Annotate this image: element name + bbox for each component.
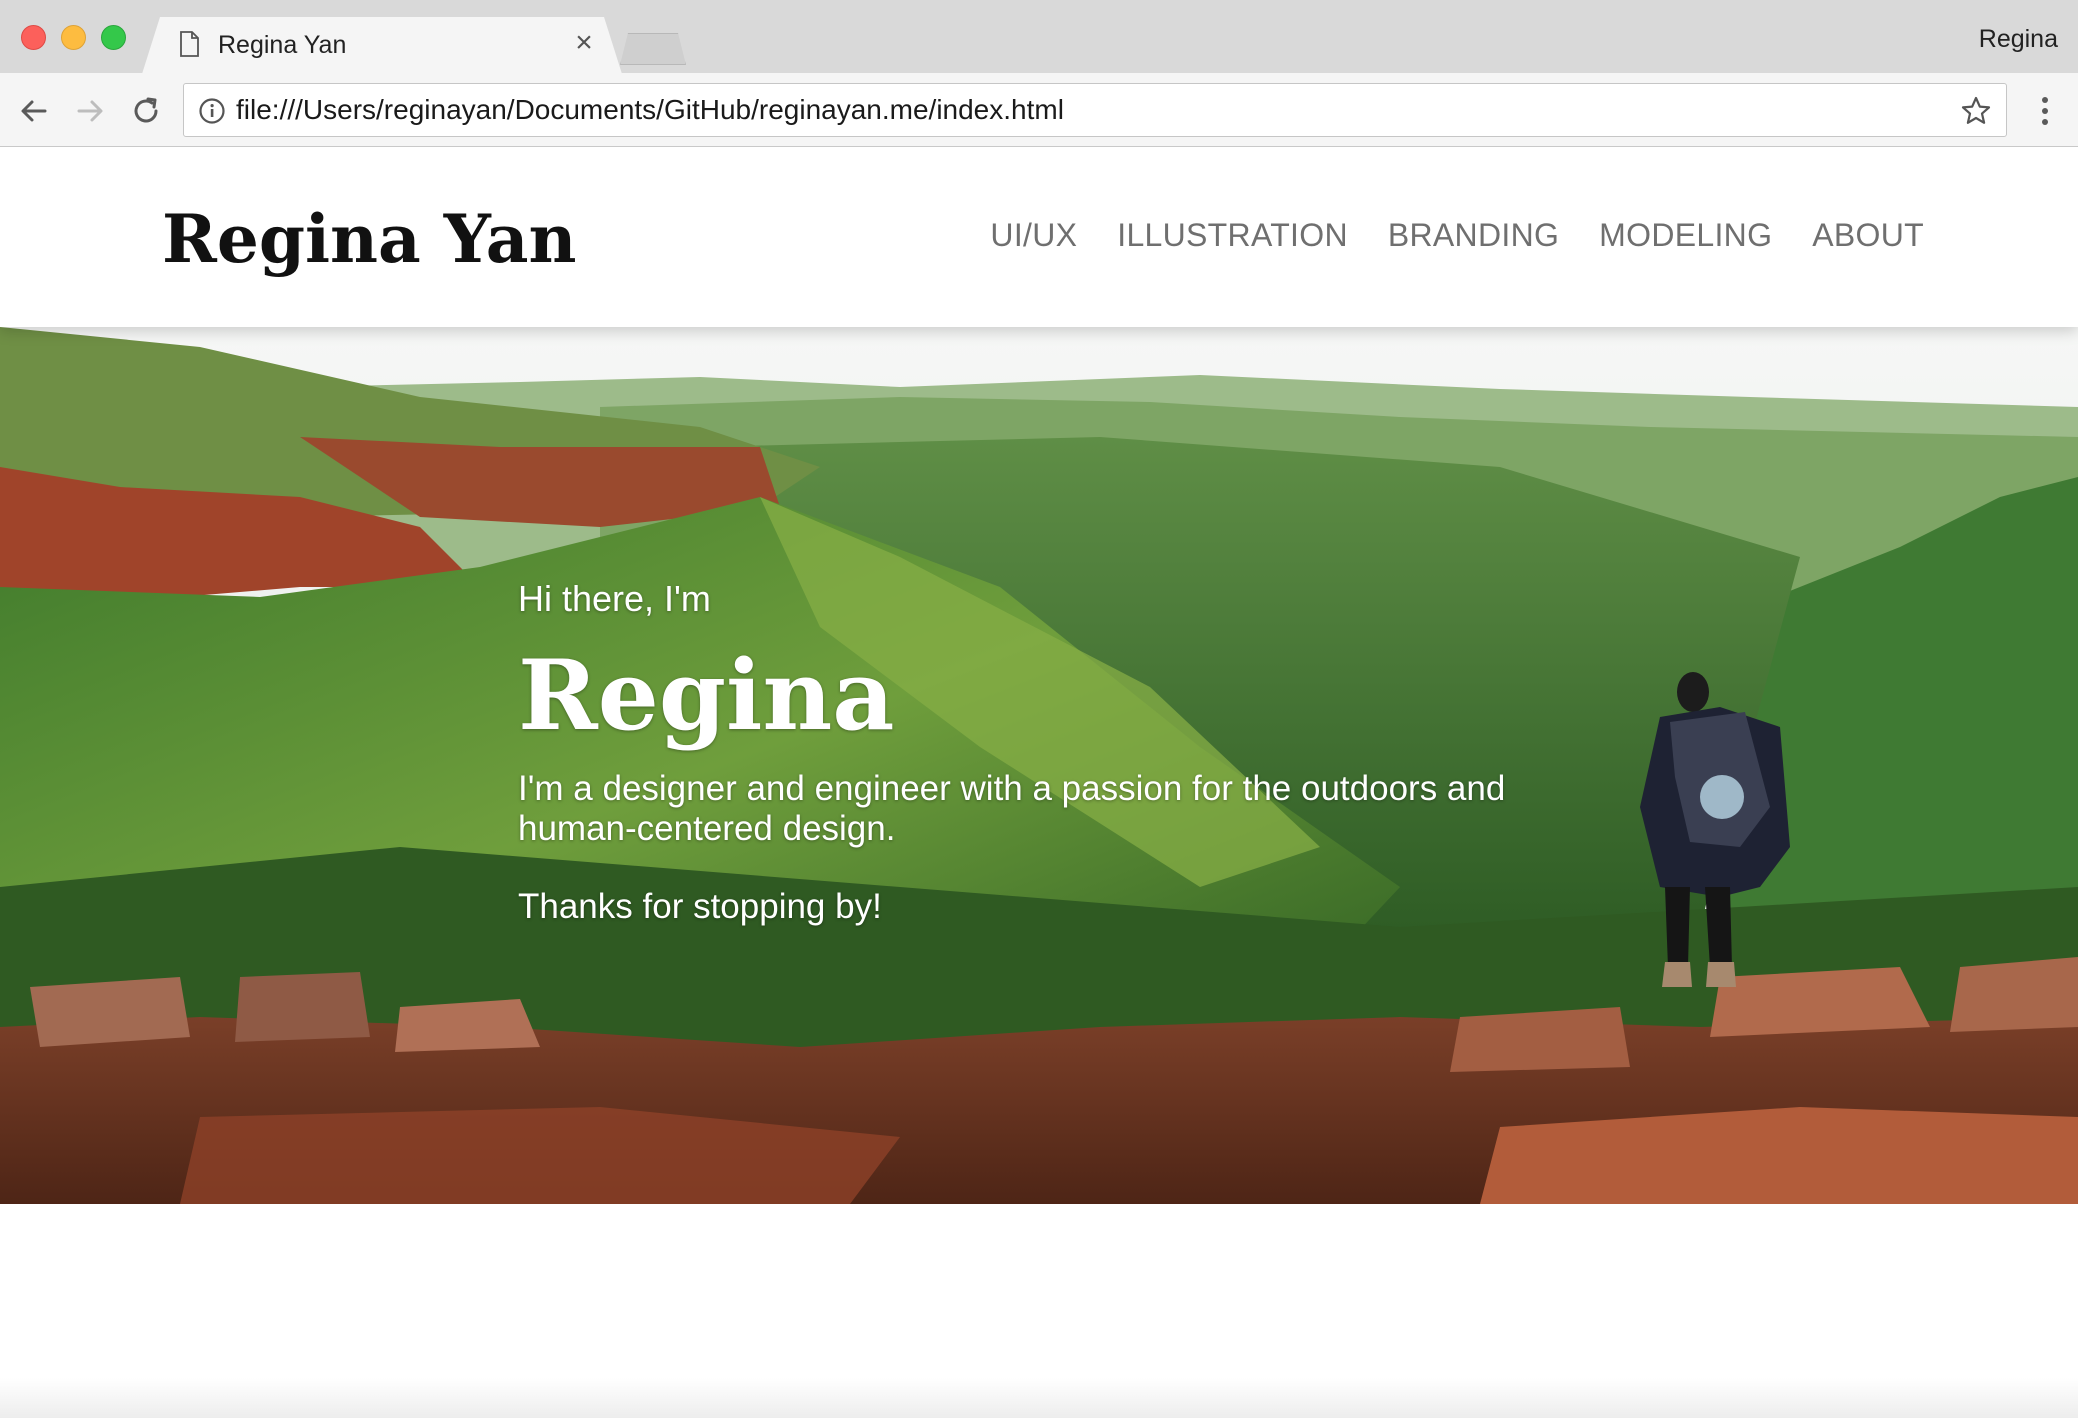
- forward-arrow-icon[interactable]: [70, 91, 110, 131]
- page-icon: [180, 31, 199, 57]
- new-tab-button[interactable]: [620, 33, 686, 65]
- main-nav: UI/UX ILLUSTRATION BRANDING MODELING ABO…: [990, 215, 1924, 255]
- hero-text-block: Hi there, I'm Regina I'm a designer and …: [518, 577, 1598, 927]
- star-icon[interactable]: [1960, 95, 1992, 127]
- nav-link-branding[interactable]: BRANDING: [1388, 215, 1559, 255]
- url-text[interactable]: file:///Users/reginayan/Documents/GitHub…: [236, 93, 1064, 127]
- web-page: Regina Yan UI/UX ILLUSTRATION BRANDING M…: [0, 147, 2078, 1418]
- tab-bar: Regina Yan × Regina: [0, 0, 2078, 74]
- browser-toolbar: file:///Users/reginayan/Documents/GitHub…: [0, 73, 2078, 147]
- nav-link-illustration[interactable]: ILLUSTRATION: [1117, 215, 1348, 255]
- close-window-button[interactable]: [21, 25, 46, 50]
- hero-greeting: Hi there, I'm: [518, 578, 711, 619]
- info-icon[interactable]: [198, 97, 226, 125]
- browser-tab[interactable]: [142, 17, 622, 74]
- nav-link-modeling[interactable]: MODELING: [1599, 215, 1772, 255]
- back-arrow-icon[interactable]: [14, 91, 54, 131]
- browser-chrome: Regina Yan × Regina file:///Users/regina…: [0, 0, 2078, 147]
- hero-bio: I'm a designer and engineer with a passi…: [518, 769, 1506, 848]
- profile-name[interactable]: Regina: [1979, 24, 2058, 54]
- address-bar[interactable]: file:///Users/reginayan/Documents/GitHub…: [183, 83, 2007, 137]
- maximize-window-button[interactable]: [101, 25, 126, 50]
- nav-link-about[interactable]: ABOUT: [1812, 215, 1924, 255]
- site-header: Regina Yan UI/UX ILLUSTRATION BRANDING M…: [0, 147, 2078, 327]
- minimize-window-button[interactable]: [61, 25, 86, 50]
- hero-section: Hi there, I'm Regina I'm a designer and …: [0, 327, 2078, 1204]
- site-brand[interactable]: Regina Yan: [162, 199, 577, 279]
- nav-link-uiux[interactable]: UI/UX: [990, 215, 1077, 255]
- close-tab-icon[interactable]: ×: [570, 28, 598, 58]
- reload-icon[interactable]: [126, 91, 166, 131]
- tab-title: Regina Yan: [218, 31, 347, 59]
- page-bottom-shadow: [0, 1378, 2078, 1418]
- hero-name: Regina: [518, 639, 895, 752]
- menu-icon[interactable]: [2030, 93, 2060, 129]
- hero-thanks: Thanks for stopping by!: [518, 887, 882, 926]
